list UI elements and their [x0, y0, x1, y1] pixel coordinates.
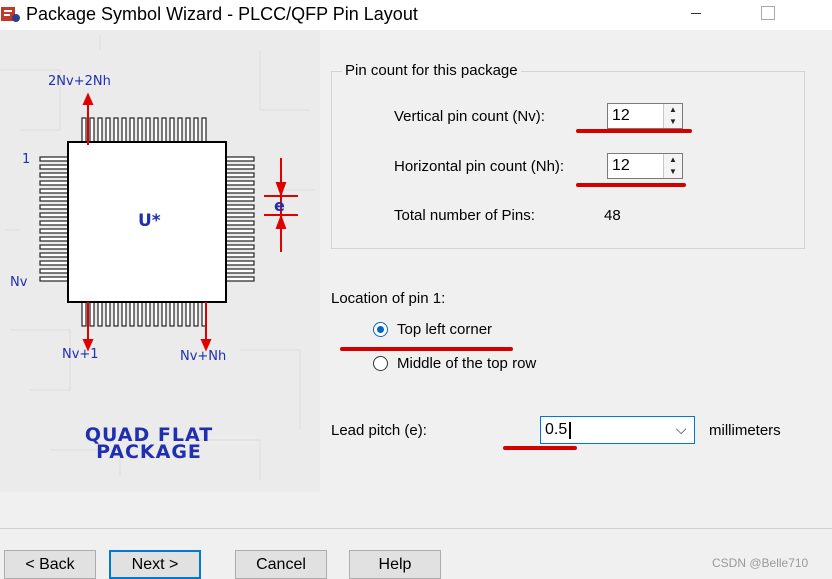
- minimize-icon[interactable]: [683, 2, 713, 24]
- radio-top-left-corner-label[interactable]: Top left corner: [397, 321, 492, 338]
- vertical-pin-count-value[interactable]: 12: [612, 107, 630, 125]
- pin-count-group-label: Pin count for this package: [342, 62, 521, 79]
- package-title-line2: PACKAGE: [96, 441, 202, 463]
- maximize-icon[interactable]: [758, 2, 788, 24]
- radio-middle-top-row[interactable]: [373, 356, 388, 371]
- total-pins-value: 48: [604, 207, 621, 224]
- horizontal-pin-count-value[interactable]: 12: [612, 157, 630, 175]
- label-nvnh: Nv+Nh: [180, 349, 226, 364]
- watermark-text: CSDN @Belle710: [712, 556, 809, 570]
- lead-pitch-unit: millimeters: [709, 422, 781, 439]
- horizontal-pin-count-label: Horizontal pin count (Nh):: [394, 158, 565, 175]
- horizontal-spin-buttons: ▲ ▼: [663, 154, 682, 178]
- back-button[interactable]: < Back: [4, 550, 96, 579]
- label-u-star: U*: [138, 211, 161, 231]
- vertical-pin-count-stepper[interactable]: 12 ▲ ▼: [607, 103, 683, 129]
- text-caret: [569, 422, 571, 439]
- total-pins-label: Total number of Pins:: [394, 207, 535, 224]
- lead-pitch-label: Lead pitch (e):: [331, 422, 427, 439]
- package-diagram-panel: 2Nv+2Nh 1 Nv Nv+1 Nv+Nh U* e QUAD FLAT P…: [0, 30, 320, 492]
- chevron-down-icon[interactable]: ⌵: [674, 419, 688, 439]
- label-nv1: Nv+1: [62, 347, 99, 362]
- vertical-pin-count-label: Vertical pin count (Nv):: [394, 108, 545, 125]
- vertical-spin-buttons: ▲ ▼: [663, 104, 682, 128]
- red-annotation-underline: [340, 347, 513, 351]
- lead-pitch-value[interactable]: 0.5: [545, 421, 567, 439]
- qfp-diagram: 2Nv+2Nh 1 Nv Nv+1 Nv+Nh U* e: [0, 35, 315, 480]
- red-annotation-underline: [503, 446, 577, 450]
- window-title: Package Symbol Wizard - PLCC/QFP Pin Lay…: [26, 4, 418, 24]
- lead-pitch-combobox[interactable]: 0.5 ⌵: [540, 416, 695, 444]
- horizontal-pin-count-stepper[interactable]: 12 ▲ ▼: [607, 153, 683, 179]
- title-bar: Package Symbol Wizard - PLCC/QFP Pin Lay…: [0, 0, 832, 30]
- red-annotation-underline: [576, 129, 692, 133]
- red-annotation-underline: [576, 183, 686, 187]
- wizard-app-icon: [1, 7, 20, 22]
- label-pitch-e: e: [274, 196, 285, 215]
- next-button[interactable]: Next >: [109, 550, 201, 579]
- label-2nv2nh: 2Nv+2Nh: [48, 74, 111, 89]
- label-nv: Nv: [10, 275, 28, 290]
- label-pin1: 1: [22, 152, 30, 167]
- pin1-location-label: Location of pin 1:: [331, 290, 446, 307]
- help-button[interactable]: Help: [349, 550, 441, 579]
- footer-separator: [0, 528, 832, 529]
- radio-top-left-corner[interactable]: [373, 322, 388, 337]
- horizontal-decrement-icon[interactable]: ▼: [664, 166, 682, 178]
- radio-middle-top-row-label[interactable]: Middle of the top row: [397, 355, 536, 372]
- vertical-decrement-icon[interactable]: ▼: [664, 116, 682, 128]
- cancel-button[interactable]: Cancel: [235, 550, 327, 579]
